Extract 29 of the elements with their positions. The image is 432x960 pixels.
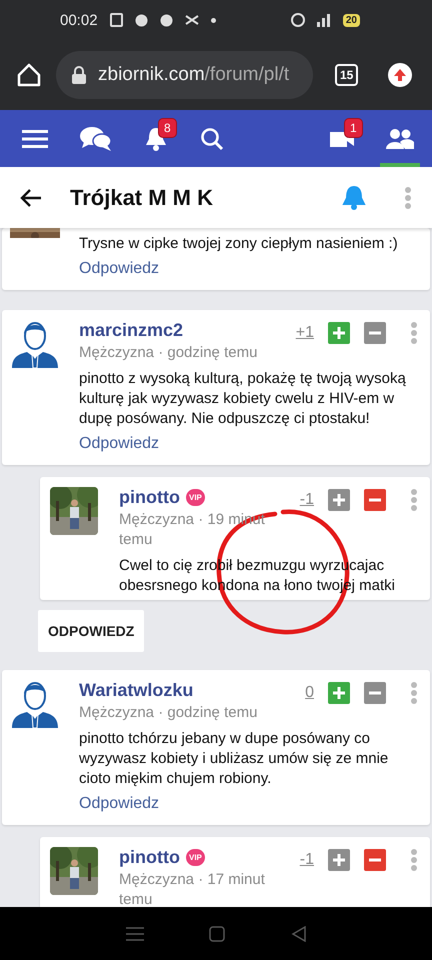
count-badge: 8 (158, 118, 177, 138)
bell-tab[interactable]: 8 (138, 110, 174, 167)
topic-title: Trójkat M M K (70, 184, 214, 210)
reply-button[interactable]: ODPOWIEDZ (38, 610, 144, 652)
address-field[interactable]: zbiornik.com/forum/pl/t (56, 51, 313, 99)
post-meta: Mężczyzna · godzinę temu (79, 703, 258, 723)
author-name[interactable]: Wariatwlozku (79, 680, 194, 701)
author-name[interactable]: pinotto (119, 487, 180, 508)
author-name[interactable]: marcinzmc2 (79, 320, 184, 341)
vote-score[interactable]: 0 (296, 684, 314, 702)
video-tab[interactable]: 1 (324, 110, 360, 167)
vote-score[interactable]: -1 (296, 851, 314, 869)
status-time: 00:02 (60, 12, 98, 28)
author-name[interactable]: pinotto (119, 847, 180, 868)
tab-count-button[interactable]: 15 (335, 64, 358, 86)
reply-link[interactable]: Odpowiedz (79, 260, 418, 278)
vip-badge: VIP (186, 849, 205, 866)
vote-score[interactable]: +1 (296, 324, 314, 342)
comment-text: pinotto z wysoką kulturą, pokażę tę twoją wysoką kulturę jak wyzywasz kobiety cwelu z HIV-em w dupę posówany. Nie odpuszczę ci ptostaku! (79, 369, 407, 429)
vote-score[interactable]: -1 (296, 491, 314, 509)
count-badge: 1 (344, 118, 363, 138)
reply-link[interactable]: Odpowiedz (79, 795, 418, 813)
vip-badge: VIP (186, 489, 205, 506)
post-meta: Mężczyzna · 17 minut temu (119, 870, 266, 907)
comment-text: Trysne w cipke twojej zony ciepłym nasieniem :) (79, 234, 399, 254)
comment-text: pinotto tchórzu jebany w dupe posówany co wyzywasz kobiety i ubliżasz umów się ze mnie cioto miękim chujem robiony. (79, 729, 390, 789)
post-meta: Mężczyzna · godzinę temu (79, 343, 258, 363)
battery-level: 20 (342, 14, 360, 26)
reply-link[interactable]: Odpowiedz (79, 435, 418, 453)
